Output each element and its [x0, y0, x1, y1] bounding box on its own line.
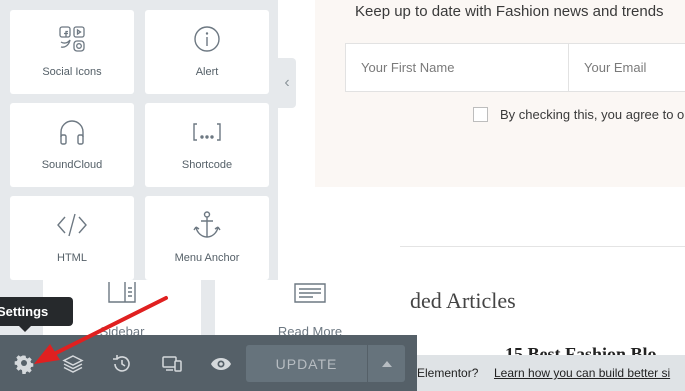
settings-button[interactable] [13, 353, 35, 375]
widget-alert[interactable]: Alert [145, 10, 269, 94]
consent-checkbox[interactable] [473, 107, 488, 122]
headphones-icon [10, 117, 134, 147]
email-input[interactable] [569, 44, 685, 91]
settings-tooltip: Settings [0, 297, 73, 326]
consent-row: By checking this, you agree to o [473, 107, 684, 122]
shortcode-icon [145, 117, 269, 147]
widget-shortcode[interactable]: Shortcode [145, 103, 269, 187]
widget-label: SoundCloud [41, 159, 103, 171]
layers-icon [62, 355, 84, 373]
history-button[interactable] [111, 353, 133, 375]
newsletter-section [315, 0, 685, 187]
panel-collapse-toggle[interactable]: ‹ [278, 58, 296, 108]
widget-label: HTML [57, 252, 87, 264]
widget-html[interactable]: HTML [10, 196, 134, 280]
code-icon [10, 210, 134, 240]
eye-icon [211, 358, 231, 370]
widget-label: Menu Anchor [174, 252, 240, 264]
tooltip-label: Settings [0, 304, 49, 319]
social-icons-icon [10, 24, 134, 54]
consent-text: By checking this, you agree to o [500, 107, 685, 122]
gear-icon [14, 355, 34, 374]
editor-footer-toolbar: UPDATE [0, 335, 417, 391]
save-options-button[interactable] [368, 345, 405, 382]
related-articles-heading: ded Articles [410, 288, 516, 313]
widget-label: Alert [195, 66, 219, 78]
widget-menu-anchor[interactable]: Menu Anchor [145, 196, 269, 280]
read-more-icon [215, 282, 405, 304]
first-name-field[interactable] [345, 43, 569, 92]
first-name-input[interactable] [346, 44, 568, 91]
tooltip-arrow [19, 326, 31, 332]
widget-label: Shortcode [181, 159, 233, 171]
anchor-icon [145, 210, 269, 240]
chevron-up-icon [381, 360, 392, 367]
notice-text: g Elementor? [407, 366, 479, 380]
alert-icon [145, 24, 269, 54]
update-button[interactable]: UPDATE [246, 345, 367, 382]
navigator-button[interactable] [62, 353, 84, 375]
responsive-mode-button[interactable] [161, 353, 183, 375]
widget-read-more[interactable]: Read More [215, 280, 405, 340]
newsletter-heading: Keep up to date with Fashion news and tr… [355, 3, 664, 20]
notice-bar: g Elementor? Learn how you can build bet… [405, 355, 685, 391]
widget-social-icons[interactable]: Social Icons [10, 10, 134, 94]
history-icon [113, 355, 130, 372]
widget-label: Social Icons [42, 66, 102, 78]
email-field[interactable] [568, 43, 685, 92]
responsive-icon [162, 356, 182, 372]
notice-link[interactable]: Learn how you can build better si [494, 366, 670, 380]
section-divider [400, 246, 685, 247]
widget-soundcloud[interactable]: SoundCloud [10, 103, 134, 187]
preview-button[interactable] [210, 353, 232, 375]
